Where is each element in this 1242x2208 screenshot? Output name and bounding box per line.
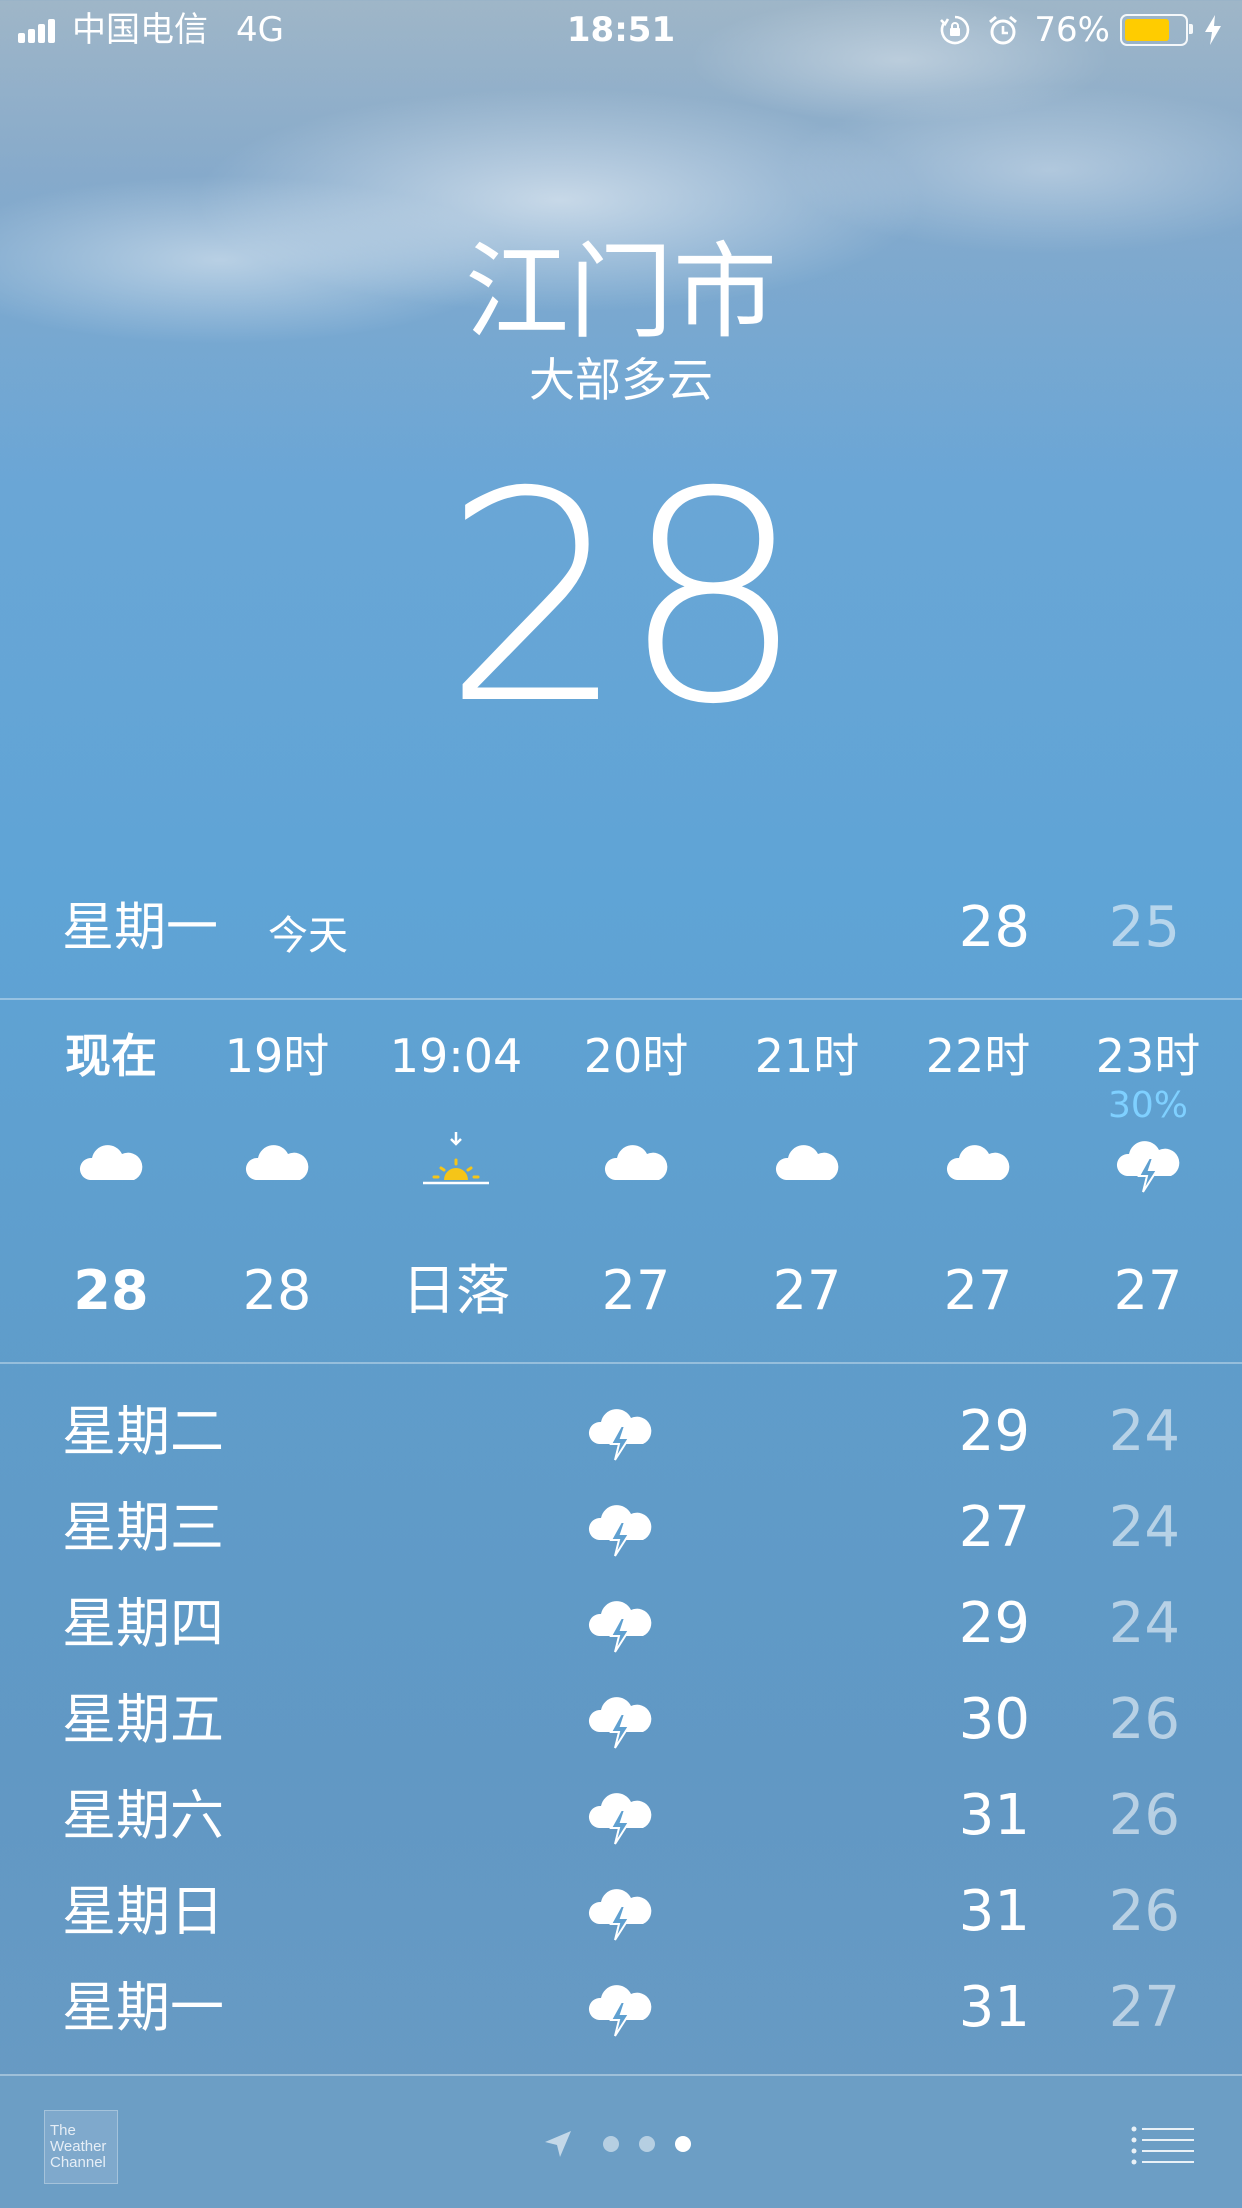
day-name: 星期日 <box>62 1880 224 1943</box>
day-high: 27 <box>958 1495 1030 1560</box>
city-list-icon[interactable] <box>1130 2124 1196 2168</box>
day-name: 星期四 <box>62 1592 224 1655</box>
daily-row: 星期日 31 26 <box>0 1864 1242 1960</box>
hour-label: 23时 <box>1095 1029 1201 1083</box>
day-low: 26 <box>1108 1783 1180 1848</box>
page-dot[interactable] <box>675 2136 691 2152</box>
day-high: 31 <box>958 1879 1030 1944</box>
thunderstorm-icon <box>588 1793 652 1845</box>
day-name: 星期三 <box>62 1496 224 1559</box>
hour-label: 21时 <box>754 1029 860 1083</box>
hour-item: 19:04 日落 <box>371 1002 541 1362</box>
daily-row: 星期一 31 27 <box>0 1960 1242 2056</box>
day-low: 24 <box>1108 1399 1180 1464</box>
day-low: 24 <box>1108 1591 1180 1656</box>
status-right: 76% <box>938 0 1224 60</box>
cloud-icon <box>775 1145 839 1180</box>
page-dot[interactable] <box>639 2136 655 2152</box>
daily-row: 星期四 29 24 <box>0 1576 1242 1672</box>
hourly-forecast[interactable]: 现在 28 19时 28 19:04 日落 20时 27 21时 27 22时 27 23时 30% 27 <box>0 1002 1242 1362</box>
day-high: 31 <box>958 1975 1030 2040</box>
day-low: 26 <box>1108 1879 1180 1944</box>
bottom-toolbar: The Weather Channel <box>0 2074 1242 2208</box>
daily-row: 星期二 29 24 <box>0 1384 1242 1480</box>
day-high: 31 <box>958 1783 1030 1848</box>
hour-item: 22时 27 <box>893 1002 1063 1362</box>
status-bar: 中国电信 4G 18:51 76% <box>0 0 1242 60</box>
hour-item: 21时 27 <box>722 1002 892 1362</box>
day-name: 星期五 <box>62 1688 224 1751</box>
day-low: 26 <box>1108 1687 1180 1752</box>
divider <box>0 1362 1242 1364</box>
page-dot[interactable] <box>603 2136 619 2152</box>
hour-label: 22时 <box>925 1029 1031 1083</box>
thunderstorm-icon <box>588 1889 652 1941</box>
thunderstorm-icon <box>588 1697 652 1749</box>
battery-icon <box>1120 14 1193 46</box>
day-name: 星期一 <box>62 1976 224 2039</box>
hour-label: 19时 <box>224 1029 330 1083</box>
page-indicator[interactable] <box>0 2120 1242 2168</box>
hour-temp: 27 <box>601 1259 671 1322</box>
alarm-icon <box>989 15 1018 45</box>
hour-temp: 27 <box>772 1259 842 1322</box>
hour-temp: 日落 <box>402 1259 510 1322</box>
hour-temp: 28 <box>242 1259 312 1322</box>
cloud-icon <box>604 1145 668 1180</box>
thunderstorm-icon <box>588 1601 652 1653</box>
hour-item: 19时 28 <box>192 1002 362 1362</box>
hour-temp: 27 <box>1113 1259 1183 1322</box>
cloud-icon <box>946 1145 1010 1180</box>
today-day-label: 星期一 <box>62 898 219 958</box>
day-high: 29 <box>958 1591 1030 1656</box>
day-name: 星期二 <box>62 1400 224 1463</box>
hour-label: 现在 <box>65 1029 157 1083</box>
day-low: 27 <box>1108 1975 1180 2040</box>
hour-item: 现在 28 <box>26 1002 196 1362</box>
current-condition: 大部多云 <box>529 353 713 407</box>
thunderstorm-icon <box>588 1409 652 1461</box>
location-arrow-icon <box>545 2131 571 2157</box>
city-name: 江门市 <box>464 231 777 353</box>
today-tag: 今天 <box>268 913 348 959</box>
hour-temp: 27 <box>943 1259 1013 1322</box>
today-low: 25 <box>1108 895 1180 960</box>
today-summary-row: 星期一 今天 28 25 <box>0 890 1242 966</box>
day-name: 星期六 <box>62 1784 224 1847</box>
day-high: 29 <box>958 1399 1030 1464</box>
thunderstorm-icon <box>588 1505 652 1557</box>
battery-percent: 76% <box>1034 10 1110 50</box>
day-high: 30 <box>958 1687 1030 1752</box>
hour-item: 23时 30% 27 <box>1063 1002 1233 1362</box>
hour-label: 19:04 <box>389 1029 523 1083</box>
current-temperature: 28 <box>442 431 805 768</box>
daily-forecast-list[interactable]: 星期二 29 24 星期三 27 24 星期四 29 24 星期五 30 26 星期六 31 26 星期日 31… <box>0 1384 1242 2074</box>
orientation-lock-icon <box>940 15 970 45</box>
today-high: 28 <box>958 895 1030 960</box>
cloud-icon <box>79 1145 143 1180</box>
cloud-icon <box>245 1145 309 1180</box>
sunset-icon <box>423 1132 489 1185</box>
precip-chance: 30% <box>1107 1085 1188 1126</box>
daily-row: 星期五 30 26 <box>0 1672 1242 1768</box>
charging-bolt-icon <box>1205 15 1221 45</box>
hour-label: 20时 <box>583 1029 689 1083</box>
divider <box>0 998 1242 1000</box>
hour-item: 20时 27 <box>551 1002 721 1362</box>
daily-row: 星期三 27 24 <box>0 1480 1242 1576</box>
thunderstorm-icon <box>588 1985 652 2037</box>
thunderstorm-icon <box>1116 1141 1180 1193</box>
hour-temp: 28 <box>73 1259 149 1322</box>
daily-row: 星期六 31 26 <box>0 1768 1242 1864</box>
day-low: 24 <box>1108 1495 1180 1560</box>
